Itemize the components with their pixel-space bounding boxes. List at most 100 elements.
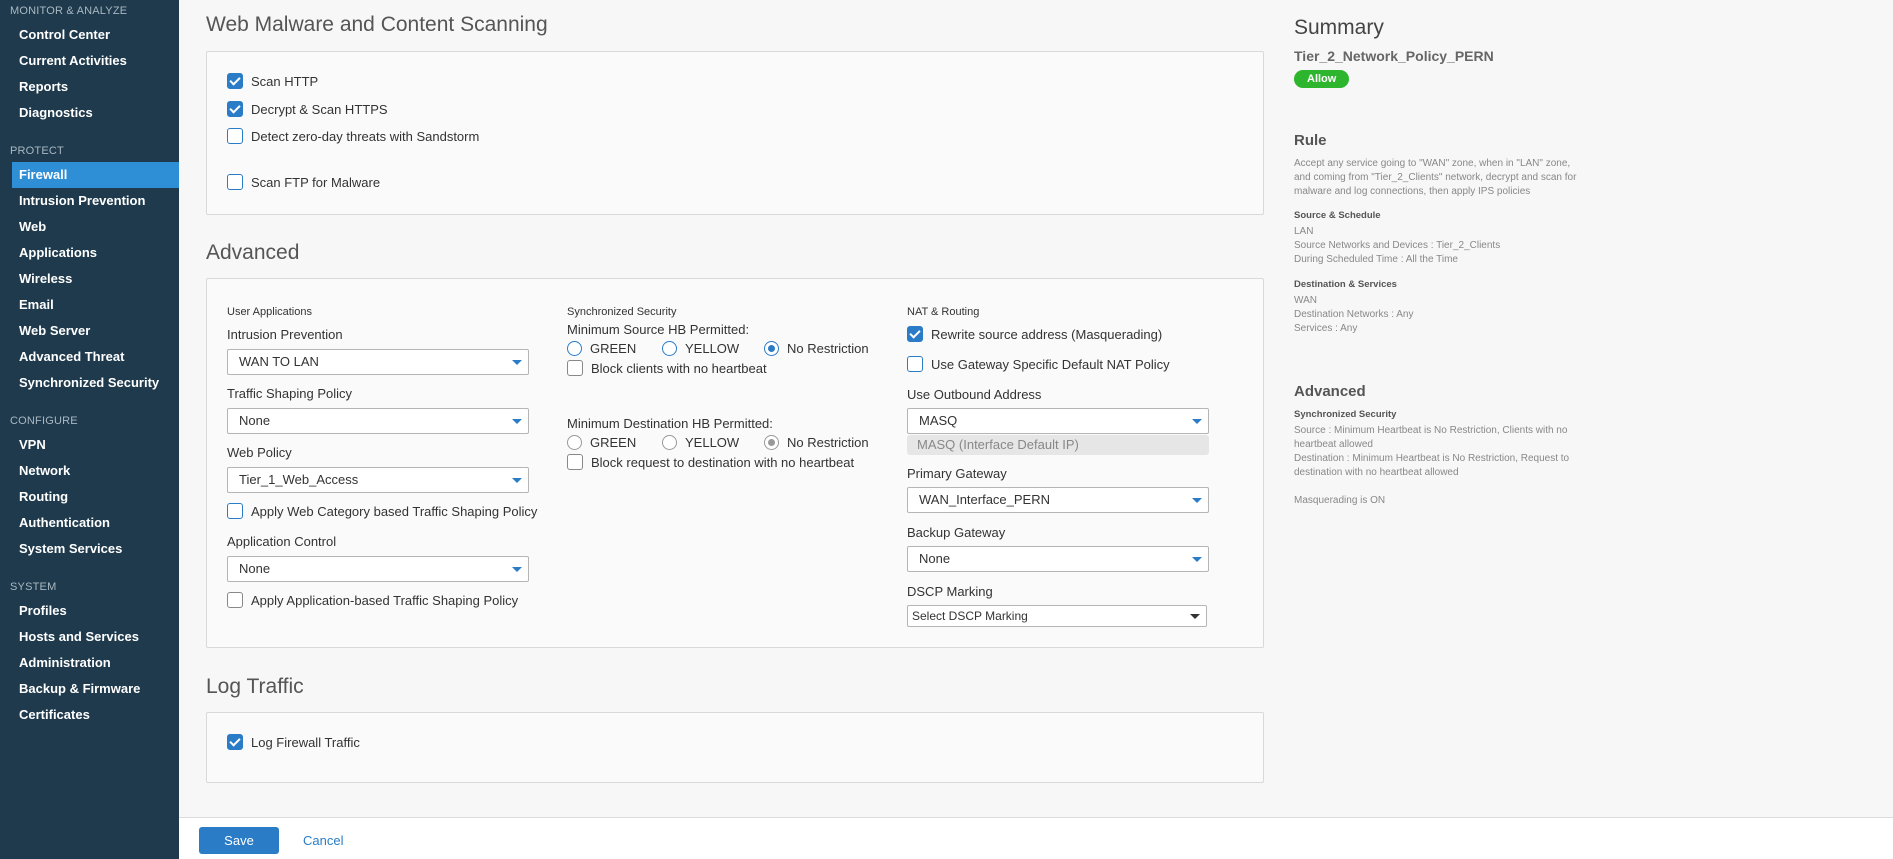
ips-select[interactable]: WAN TO LAN (227, 349, 529, 375)
log-firewall-checkbox[interactable]: Log Firewall Traffic (227, 734, 360, 750)
radio-dot[interactable] (662, 341, 677, 356)
summary-masquerading: Masquerading is ON (1294, 495, 1386, 506)
block-clients-label: Block clients with no heartbeat (591, 360, 767, 376)
sidebar-item-backup-firmware[interactable]: Backup & Firmware (0, 676, 179, 702)
source-hb-green-radio[interactable]: GREEN (567, 341, 636, 356)
log-section-title: Log Traffic (206, 675, 304, 698)
checkbox-box[interactable] (227, 503, 243, 519)
radio-dot[interactable] (764, 435, 779, 450)
radio-dot[interactable] (567, 435, 582, 450)
sidebar-item-firewall[interactable]: Firewall (12, 162, 179, 188)
min-source-hb-label: Minimum Source HB Permitted: (567, 322, 750, 337)
sidebar-item-profiles[interactable]: Profiles (0, 598, 179, 624)
outbound-address-select[interactable]: MASQ (907, 408, 1209, 434)
checkbox-box[interactable] (227, 174, 243, 190)
checkbox-box[interactable] (567, 360, 583, 376)
radio-dot[interactable] (662, 435, 677, 450)
rule-heading: Rule (1294, 132, 1327, 149)
summary-advanced-heading: Advanced (1294, 383, 1366, 400)
sidebar-item-advanced-threat[interactable]: Advanced Threat (0, 344, 179, 370)
web-category-shaping-label: Apply Web Category based Traffic Shaping… (251, 503, 538, 519)
nav-section-protect: PROTECT (10, 145, 64, 157)
sidebar-item-control-center[interactable]: Control Center (0, 22, 179, 48)
scan-ftp-checkbox[interactable]: Scan FTP for Malware (227, 174, 380, 190)
sidebar-item-system-services[interactable]: System Services (0, 536, 179, 562)
scan-http-checkbox[interactable]: Scan HTTP (227, 73, 318, 89)
sidebar-item-network[interactable]: Network (0, 458, 179, 484)
checkbox-box[interactable] (227, 73, 243, 89)
sidebar-item-routing[interactable]: Routing (0, 484, 179, 510)
allow-badge: Allow (1294, 70, 1350, 88)
source-hb-no-restriction-radio[interactable]: No Restriction (764, 341, 869, 356)
checkbox-box[interactable] (567, 454, 583, 470)
sidebar-item-vpn[interactable]: VPN (0, 432, 179, 458)
save-button[interactable]: Save (199, 827, 279, 854)
shaping-select[interactable]: None (227, 408, 529, 434)
sidebar: MONITOR & ANALYZE Control Center Current… (0, 0, 179, 859)
decrypt-https-checkbox[interactable]: Decrypt & Scan HTTPS (227, 101, 388, 117)
primary-gateway-select[interactable]: WAN_Interface_PERN (907, 487, 1209, 513)
sidebar-item-applications[interactable]: Applications (0, 240, 179, 266)
sidebar-item-synchronized-security[interactable]: Synchronized Security (0, 370, 179, 396)
radio-dot[interactable] (764, 341, 779, 356)
dest-hb-no-restriction-radio[interactable]: No Restriction (764, 435, 869, 450)
checkbox-box[interactable] (227, 592, 243, 608)
block-clients-checkbox[interactable]: Block clients with no heartbeat (567, 360, 767, 376)
sidebar-item-authentication[interactable]: Authentication (0, 510, 179, 536)
rewrite-source-label: Rewrite source address (Masquerading) (931, 326, 1163, 342)
block-request-label: Block request to destination with no hea… (591, 454, 855, 470)
malware-panel: Scan HTTP Decrypt & Scan HTTPS Detect ze… (206, 51, 1264, 215)
source-schedule-heading: Source & Schedule (1294, 210, 1381, 221)
dest-hb-yellow-radio[interactable]: YELLOW (662, 435, 739, 450)
app-shaping-checkbox[interactable]: Apply Application-based Traffic Shaping … (227, 592, 518, 608)
sidebar-item-web-server[interactable]: Web Server (0, 318, 179, 344)
shaping-label: Traffic Shaping Policy (227, 386, 353, 401)
destination-zone: WAN (1294, 295, 1317, 306)
sidebar-item-reports[interactable]: Reports (0, 74, 179, 100)
chevron-down-icon (512, 567, 522, 572)
gateway-nat-label: Use Gateway Specific Default NAT Policy (931, 356, 1170, 372)
advanced-section-title: Advanced (206, 241, 300, 264)
nat-routing-heading: NAT & Routing (907, 306, 980, 318)
cancel-link[interactable]: Cancel (303, 833, 343, 848)
log-firewall-label: Log Firewall Traffic (251, 734, 360, 750)
sidebar-item-diagnostics[interactable]: Diagnostics (0, 100, 179, 126)
app-shaping-label: Apply Application-based Traffic Shaping … (251, 592, 519, 608)
source-hb-yellow-radio[interactable]: YELLOW (662, 341, 739, 356)
scan-ftp-label: Scan FTP for Malware (251, 174, 381, 190)
nav-section-system: SYSTEM (10, 581, 57, 593)
sidebar-item-hosts-and-services[interactable]: Hosts and Services (0, 624, 179, 650)
sidebar-item-email[interactable]: Email (0, 292, 179, 318)
sandstorm-checkbox[interactable]: Detect zero-day threats with Sandstorm (227, 128, 479, 144)
sidebar-item-administration[interactable]: Administration (0, 650, 179, 676)
web-category-shaping-checkbox[interactable]: Apply Web Category based Traffic Shaping… (227, 503, 537, 519)
checkbox-box[interactable] (907, 356, 923, 372)
main-content: Web Malware and Content Scanning Scan HT… (179, 0, 1893, 859)
backup-gateway-select[interactable]: None (907, 546, 1209, 572)
destination-networks: Destination Networks : Any (1294, 309, 1414, 320)
dest-hb-green-radio[interactable]: GREEN (567, 435, 636, 450)
sidebar-item-certificates[interactable]: Certificates (0, 702, 179, 728)
web-policy-select[interactable]: Tier_1_Web_Access (227, 467, 529, 493)
outbound-address-label: Use Outbound Address (907, 387, 1042, 402)
sidebar-item-wireless[interactable]: Wireless (0, 266, 179, 292)
footer-bar: Save Cancel (179, 817, 1893, 859)
sidebar-item-intrusion-prevention[interactable]: Intrusion Prevention (0, 188, 179, 214)
sidebar-item-web[interactable]: Web (0, 214, 179, 240)
block-request-checkbox[interactable]: Block request to destination with no hea… (567, 454, 854, 470)
min-dest-hb-label: Minimum Destination HB Permitted: (567, 416, 773, 431)
gateway-nat-checkbox[interactable]: Use Gateway Specific Default NAT Policy (907, 356, 1170, 372)
checkbox-box[interactable] (227, 734, 243, 750)
app-control-select[interactable]: None (227, 556, 529, 582)
backup-gateway-label: Backup Gateway (907, 525, 1006, 540)
decrypt-https-label: Decrypt & Scan HTTPS (251, 101, 388, 117)
rewrite-source-checkbox[interactable]: Rewrite source address (Masquerading) (907, 326, 1162, 342)
primary-gateway-value: WAN_Interface_PERN (919, 492, 1051, 507)
checkbox-box[interactable] (907, 326, 923, 342)
dscp-marking-select[interactable]: Select DSCP Marking (907, 605, 1207, 627)
checkbox-box[interactable] (227, 128, 243, 144)
sidebar-item-current-activities[interactable]: Current Activities (0, 48, 179, 74)
advanced-panel: User Applications Intrusion Prevention W… (206, 278, 1264, 648)
checkbox-box[interactable] (227, 101, 243, 117)
radio-dot[interactable] (567, 341, 582, 356)
